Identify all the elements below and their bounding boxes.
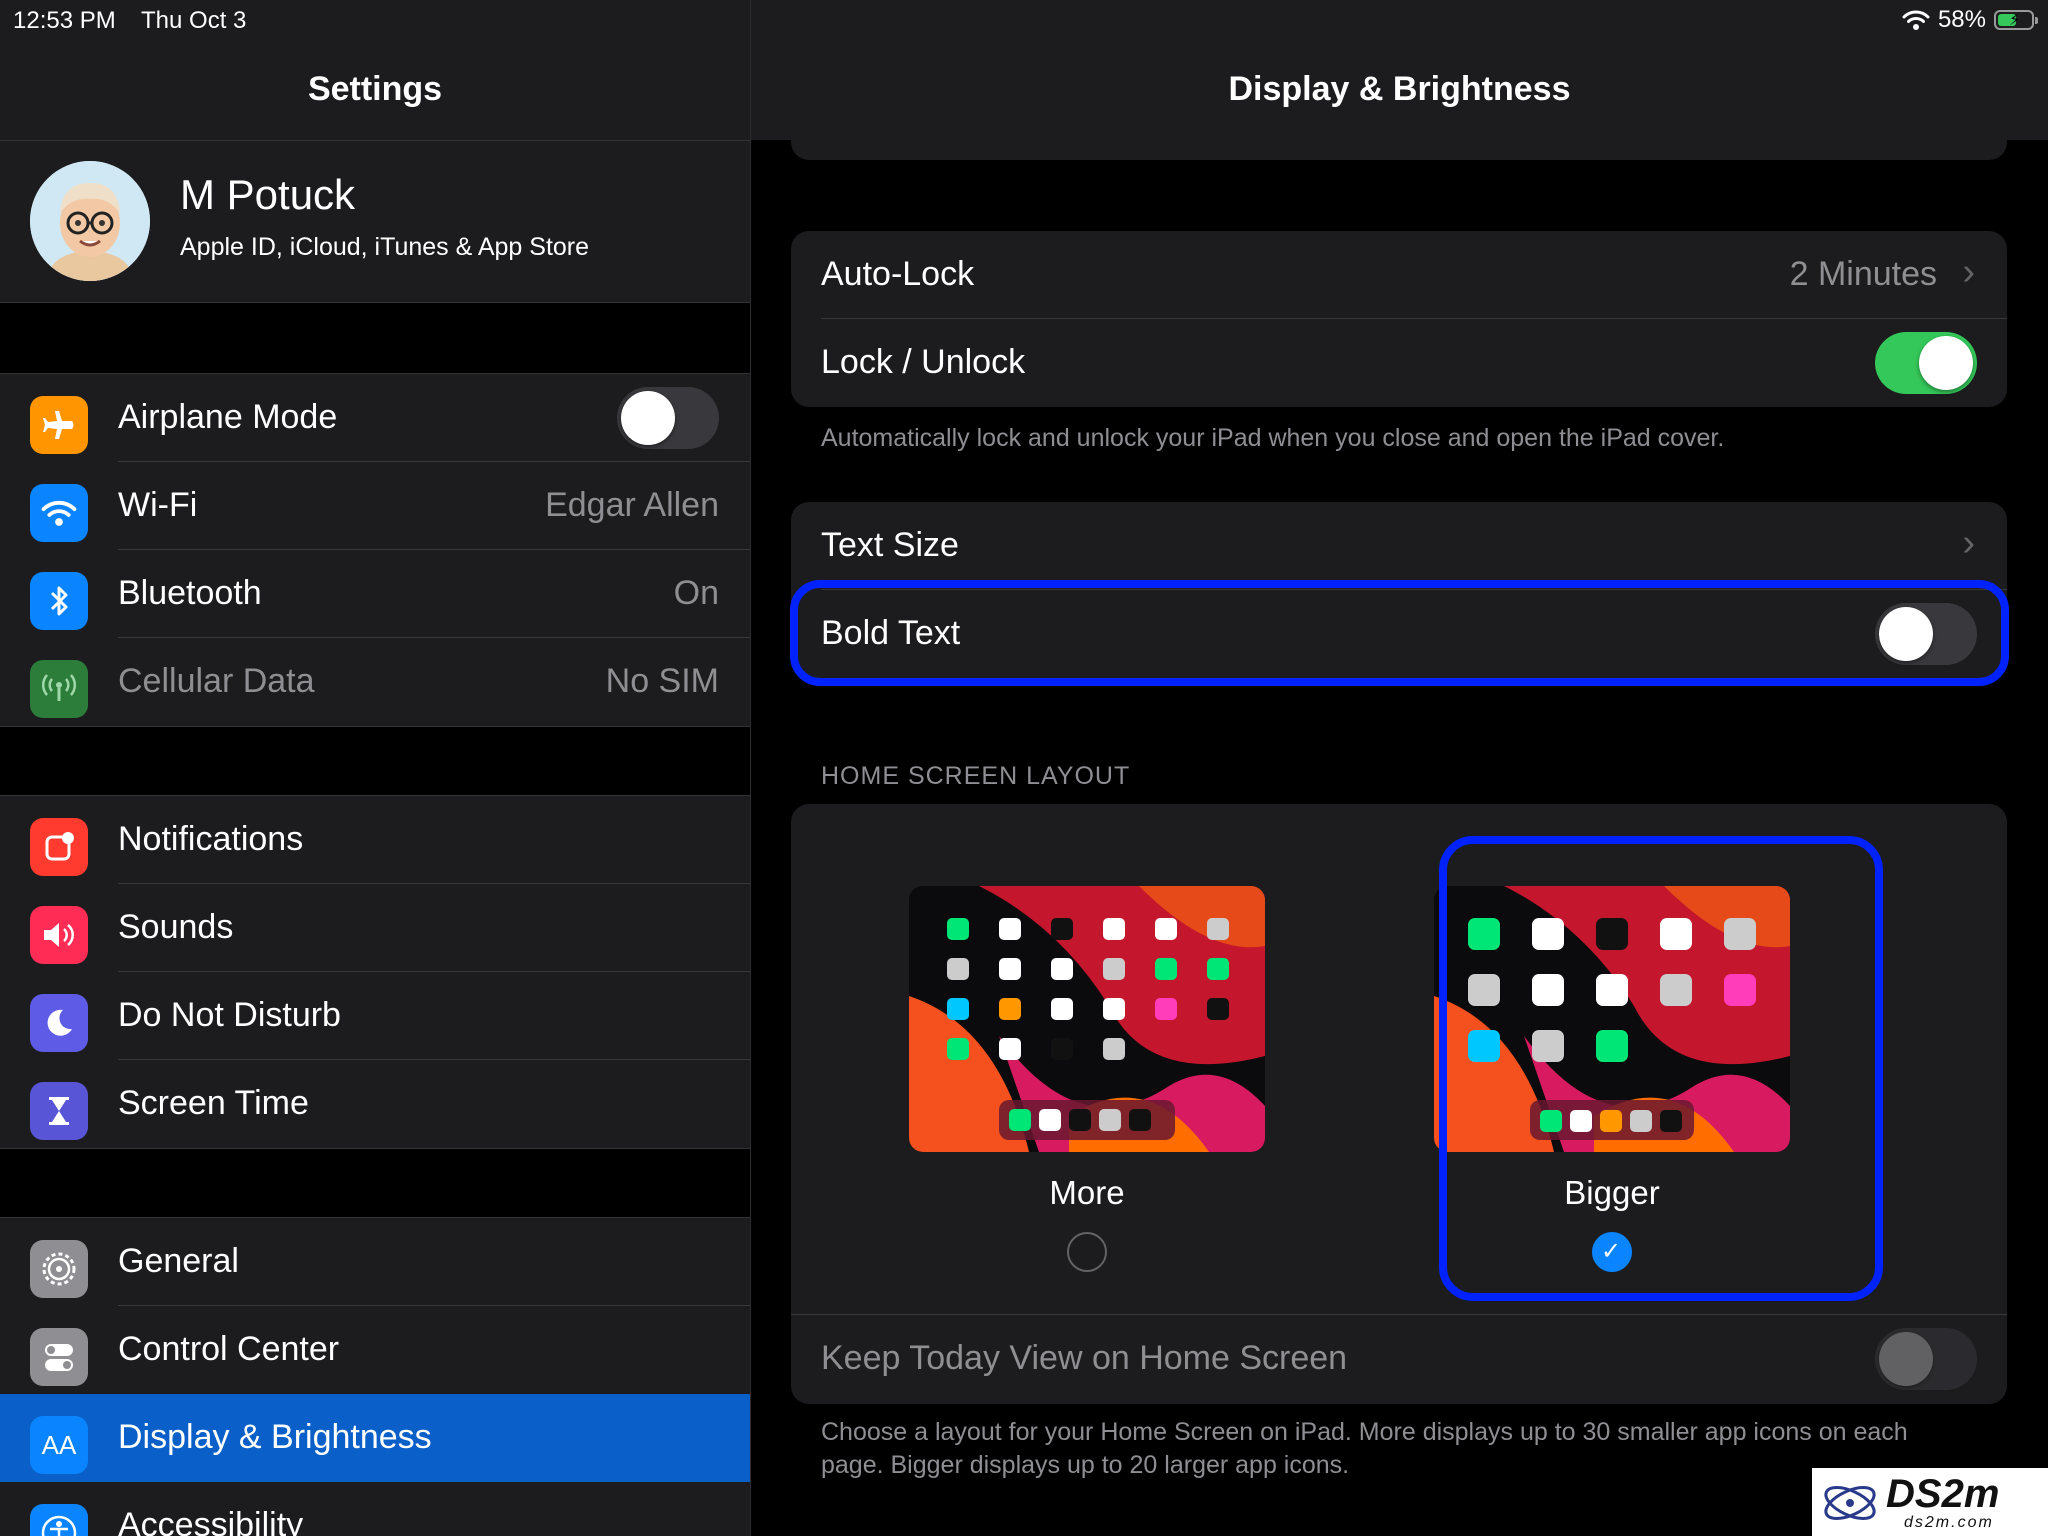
sidebar-item-label: Airplane Mode: [118, 398, 338, 436]
sidebar-item-label: Cellular Data: [118, 662, 315, 700]
lock-unlock-label: Lock / Unlock: [821, 343, 1026, 381]
chevron-right-icon: ›: [1962, 251, 1975, 293]
switches-icon: [30, 1328, 88, 1386]
auto-lock-row[interactable]: Auto-Lock 2 Minutes ›: [791, 231, 2007, 319]
toggle-knob: [1919, 336, 1973, 390]
text-size-row[interactable]: Text Size ›: [791, 502, 2007, 590]
chevron-right-icon: ›: [1962, 522, 1975, 564]
bigger-layout-highlight-box: [1439, 836, 1883, 1301]
bluetooth-icon: [30, 572, 88, 630]
watermark-subtext: ds2m.com: [1904, 1514, 1994, 1531]
sidebar-item-bluetooth[interactable]: Bluetooth On: [0, 550, 750, 638]
sidebar-item-label: Control Center: [118, 1330, 340, 1368]
profile-name: M Potuck: [180, 171, 356, 218]
notifications-icon: [30, 818, 88, 876]
auto-lock-value: 2 Minutes: [1789, 255, 1937, 293]
sidebar-item-label: Bluetooth: [118, 574, 262, 612]
lock-unlock-toggle[interactable]: [1875, 332, 1977, 394]
settings-sidebar: Settings M Potuck Apple ID, iCloud, iTun…: [0, 0, 751, 1536]
keep-today-view-row: Keep Today View on Home Screen: [791, 1314, 2007, 1403]
sidebar-item-label: Accessibility: [118, 1506, 304, 1536]
status-date: Thu Oct 3: [141, 7, 247, 34]
charging-bolt-icon: ⚡: [2009, 12, 2021, 29]
sidebar-group-notifications: Notifications Sounds Do Not Disturb Scre…: [0, 795, 750, 1149]
status-bar: 12:53 PM Thu Oct 3 58% ⚡: [0, 0, 2048, 40]
wifi-icon: [30, 484, 88, 542]
wifi-status-icon: [1902, 10, 1930, 30]
home-screen-wallpaper-preview: [909, 886, 1265, 1152]
text-size-label: Text Size: [821, 526, 959, 564]
sidebar-group-general: General Control Center AA Display & Brig…: [0, 1217, 750, 1536]
sidebar-item-do-not-disturb[interactable]: Do Not Disturb: [0, 972, 750, 1060]
page-title: Display & Brightness: [1228, 70, 1571, 108]
keep-today-view-toggle[interactable]: [1875, 1328, 1977, 1390]
apple-id-profile[interactable]: M Potuck Apple ID, iCloud, iTunes & App …: [0, 141, 750, 303]
sidebar-item-sounds[interactable]: Sounds: [0, 884, 750, 972]
watermark-text: DS2m: [1886, 1472, 2000, 1516]
airplane-icon: [30, 396, 88, 454]
moon-icon: [30, 994, 88, 1052]
display-brightness-pane: Display & Brightness Auto-Lock 2 Minutes…: [751, 0, 2048, 1536]
sidebar-item-label: Notifications: [118, 820, 304, 858]
sidebar-item-label: Screen Time: [118, 1084, 309, 1122]
sidebar-item-label: Display & Brightness: [118, 1418, 432, 1456]
sidebar-item-airplane-mode[interactable]: Airplane Mode: [0, 374, 750, 462]
avatar: [30, 161, 150, 281]
keep-today-view-label: Keep Today View on Home Screen: [821, 1339, 1348, 1377]
text-size-icon: AA: [30, 1416, 88, 1474]
battery-percent: 58%: [1937, 6, 1986, 33]
accessibility-icon: [30, 1504, 88, 1536]
sidebar-item-label: General: [118, 1242, 239, 1280]
gear-icon: [30, 1240, 88, 1298]
sidebar-item-label: Do Not Disturb: [118, 996, 341, 1034]
sidebar-item-wifi[interactable]: Wi-Fi Edgar Allen: [0, 462, 750, 550]
watermark-logo: DS2m ds2m.com: [1812, 1468, 2048, 1536]
profile-subtitle: Apple ID, iCloud, iTunes & App Store: [180, 233, 590, 261]
hourglass-icon: [30, 1082, 88, 1140]
more-layout-radio[interactable]: [1067, 1232, 1107, 1272]
memoji-icon: [30, 161, 150, 281]
lock-unlock-row: Lock / Unlock: [791, 319, 2007, 407]
antenna-icon: [30, 660, 88, 718]
sidebar-item-general[interactable]: General: [0, 1218, 750, 1306]
sidebar-item-display-brightness[interactable]: AA Display & Brightness: [0, 1394, 750, 1482]
lock-unlock-footnote: Automatically lock and unlock your iPad …: [821, 424, 1725, 452]
speaker-icon: [30, 906, 88, 964]
more-layout-preview[interactable]: [909, 886, 1265, 1152]
sidebar-item-notifications[interactable]: Notifications: [0, 796, 750, 884]
sidebar-item-control-center[interactable]: Control Center: [0, 1306, 750, 1394]
bluetooth-value: On: [673, 574, 719, 612]
bold-text-highlight-box: [790, 580, 2009, 686]
sidebar-item-accessibility[interactable]: Accessibility: [0, 1482, 750, 1536]
sidebar-item-label: Sounds: [118, 908, 234, 946]
watermark-emblem-icon: [1824, 1486, 1876, 1520]
sidebar-title: Settings: [307, 70, 443, 108]
sidebar-group-connectivity: Airplane Mode Wi-Fi Edgar Allen Bluetoot…: [0, 373, 750, 727]
more-layout-label: More: [1049, 1174, 1125, 1211]
home-layout-footnote: Choose a layout for your Home Screen on …: [821, 1418, 1908, 1479]
sidebar-item-label: Wi-Fi: [118, 486, 198, 524]
cellular-value: No SIM: [605, 662, 719, 700]
toggle-knob: [621, 391, 675, 445]
previous-section-card: [791, 120, 2007, 160]
wifi-network-value: Edgar Allen: [545, 486, 719, 524]
home-screen-layout-header: HOME SCREEN LAYOUT: [821, 762, 1131, 790]
lock-settings-card: Auto-Lock 2 Minutes › Lock / Unlock: [791, 231, 2007, 407]
sidebar-item-cellular-data[interactable]: Cellular Data No SIM: [0, 638, 750, 726]
airplane-mode-toggle[interactable]: [617, 387, 719, 449]
status-right: 58% ⚡: [1902, 6, 2038, 34]
toggle-knob: [1879, 1332, 1933, 1386]
status-time: 12:53 PM: [13, 7, 116, 34]
auto-lock-label: Auto-Lock: [821, 255, 975, 293]
battery-nub: [2035, 17, 2038, 24]
sidebar-item-screen-time[interactable]: Screen Time: [0, 1060, 750, 1148]
battery-icon: ⚡: [1994, 10, 2038, 30]
